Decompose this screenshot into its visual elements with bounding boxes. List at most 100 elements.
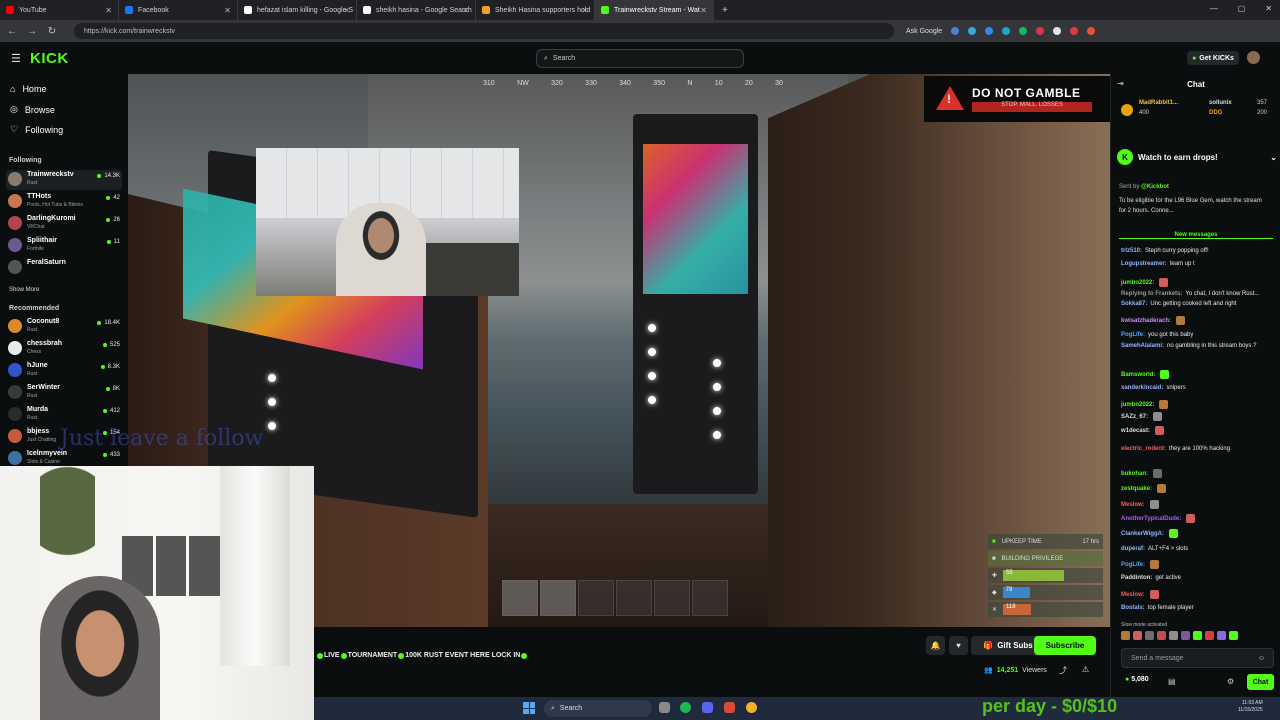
drops-banner[interactable]: K Watch to earn drops! ⌄	[1117, 146, 1277, 168]
reload-icon[interactable]: ↻	[44, 26, 60, 37]
browser-tab[interactable]: hefazat islam killing - Google S ✕	[238, 0, 357, 20]
chat-username[interactable]: jumbo2022:	[1121, 280, 1154, 286]
close-tab-icon[interactable]: ✕	[105, 6, 112, 15]
sidebar-channel[interactable]: Trainwreckstv Rust 14.3K	[6, 170, 122, 190]
sidebar-channel[interactable]: hJune Rust 8.3K	[6, 361, 122, 381]
chevron-down-icon[interactable]: ⌄	[1270, 153, 1277, 162]
leaderboard-icon[interactable]: ▤	[1168, 677, 1176, 686]
windows-start-icon[interactable]	[523, 702, 535, 714]
emote[interactable]	[1205, 631, 1214, 640]
chat-username[interactable]: duperaf:	[1121, 546, 1145, 552]
chat-username[interactable]: Paddinton:	[1121, 575, 1152, 581]
url-field[interactable]: https://kick.com/trainwreckstv	[74, 23, 894, 39]
spotify-icon[interactable]	[680, 702, 691, 713]
emote[interactable]	[1157, 631, 1166, 640]
back-icon[interactable]: ←	[4, 26, 20, 37]
taskbar-search[interactable]: ⌕ Search	[544, 700, 652, 717]
chat-username[interactable]: AnotherTypicalDude:	[1121, 516, 1181, 522]
emote[interactable]	[1133, 631, 1142, 640]
browser-tab[interactable]: Sheikh Hasina supporters hold ✕	[476, 0, 595, 20]
emote[interactable]	[1145, 631, 1154, 640]
chat-username[interactable]: PogLife:	[1121, 332, 1145, 338]
chat-username[interactable]: w1decast:	[1121, 428, 1150, 434]
chat-username[interactable]: Meslow:	[1121, 502, 1145, 508]
nav-following[interactable]: ♡ Following	[10, 124, 63, 135]
kick-logo[interactable]: KICK	[30, 50, 69, 67]
chat-username[interactable]: bukohan:	[1121, 471, 1148, 477]
chat-username[interactable]: ClankerWiggA:	[1121, 531, 1164, 537]
chat-username[interactable]: Replying to Frankets:	[1121, 291, 1182, 297]
browser-tab[interactable]: YouTube ✕	[0, 0, 119, 20]
close-tab-icon[interactable]: ✕	[581, 6, 588, 15]
app-icon[interactable]	[724, 702, 735, 713]
sidebar-channel[interactable]: Spliithair Fortnite 11	[6, 236, 122, 256]
close-tab-icon[interactable]: ✕	[462, 6, 469, 15]
emote[interactable]	[1121, 631, 1130, 640]
kicks-balance[interactable]: ● 5,080	[1125, 676, 1149, 683]
emote[interactable]	[1193, 631, 1202, 640]
chat-username[interactable]: SamehAlalami:	[1121, 343, 1164, 349]
extension-icon[interactable]	[985, 27, 994, 35]
show-more-link[interactable]: Show More	[9, 287, 39, 293]
extension-icon[interactable]	[1002, 27, 1011, 35]
sidebar-channel[interactable]: FeralSaturn	[6, 258, 122, 278]
chat-input[interactable]: Send a message ☺	[1121, 648, 1274, 668]
chat-username[interactable]: Logupstreamer:	[1121, 261, 1167, 267]
chat-send-button[interactable]: Chat	[1247, 674, 1274, 690]
extension-icon[interactable]	[951, 27, 960, 35]
minimize-icon[interactable]: —	[1210, 4, 1218, 13]
nav-home[interactable]: ⌂ Home	[10, 84, 46, 94]
chat-username[interactable]: zestquake:	[1121, 486, 1152, 492]
close-tab-icon[interactable]: ✕	[700, 6, 707, 15]
extension-icon[interactable]	[1053, 27, 1062, 35]
gear-icon[interactable]: ⚙	[1227, 677, 1234, 686]
chat-username[interactable]: electric_rodent:	[1121, 446, 1166, 452]
sidebar-channel[interactable]: chessbrah Chess 525	[6, 339, 122, 359]
forward-icon[interactable]: →	[24, 26, 40, 37]
get-kicks-button[interactable]: ● Get KICKs	[1187, 51, 1239, 65]
emote[interactable]	[1169, 631, 1178, 640]
chat-username[interactable]: jumbo2022:	[1121, 402, 1154, 408]
nav-browse[interactable]: ◎ Browse	[10, 104, 55, 115]
sidebar-channel[interactable]: TTHots Pools, Hot Tubs & Bikinis 42	[6, 192, 122, 212]
browser-tab[interactable]: sheikh hasina - Google Search ✕	[357, 0, 476, 20]
chat-username[interactable]: SAZz_67:	[1121, 414, 1148, 420]
subscribe-button[interactable]: Subscribe	[1034, 636, 1096, 655]
sidebar-channel[interactable]: Coconut8 Rust 18.4K	[6, 317, 122, 337]
extension-icon[interactable]	[968, 27, 977, 35]
extension-icon[interactable]	[1019, 27, 1028, 35]
chrome-icon[interactable]	[746, 702, 757, 713]
chat-username[interactable]: xanderkincaid:	[1121, 385, 1163, 391]
task-view-icon[interactable]	[659, 702, 670, 713]
search-input[interactable]: ⌕ Search	[536, 49, 744, 68]
chat-username[interactable]: Meslow:	[1121, 592, 1145, 598]
chat-username[interactable]: Sokka87:	[1121, 301, 1147, 307]
menu-icon[interactable]: ☰	[11, 52, 21, 65]
report-icon[interactable]: ⚠	[1082, 665, 1089, 674]
sidebar-channel[interactable]: Murda Rust 412	[6, 405, 122, 425]
browser-tab[interactable]: Facebook ✕	[119, 0, 238, 20]
chat-username[interactable]: Bamsworld:	[1121, 372, 1155, 378]
close-tab-icon[interactable]: ✕	[224, 6, 231, 15]
close-tab-icon[interactable]: ✕	[343, 6, 350, 15]
maximize-icon[interactable]: ▢	[1238, 4, 1246, 13]
share-icon[interactable]: ⤴	[1059, 665, 1067, 676]
chat-username[interactable]: kwisatzhaderach:	[1121, 318, 1171, 324]
extension-icon[interactable]	[1036, 27, 1045, 35]
new-tab-button[interactable]: +	[722, 5, 728, 16]
discord-icon[interactable]	[702, 702, 713, 713]
ask-google-button[interactable]: Ask Google	[906, 28, 942, 35]
emote[interactable]	[1181, 631, 1190, 640]
new-messages-divider[interactable]: New messages	[1119, 232, 1273, 239]
chat-username[interactable]: PogLife:	[1121, 562, 1145, 568]
notification-bell-button[interactable]: 🔔	[926, 636, 945, 655]
emote[interactable]	[1217, 631, 1226, 640]
chat-username[interactable]: Bostals:	[1121, 605, 1145, 611]
emote-picker-icon[interactable]: ☺	[1258, 655, 1265, 662]
user-avatar[interactable]	[1247, 51, 1260, 64]
profile-icon[interactable]	[1087, 27, 1096, 35]
extension-icon[interactable]	[1070, 27, 1079, 35]
chat-username[interactable]: trlz510:	[1121, 248, 1142, 254]
close-window-icon[interactable]: ✕	[1265, 4, 1272, 13]
sidebar-channel[interactable]: SerWinter Rust 8K	[6, 383, 122, 403]
